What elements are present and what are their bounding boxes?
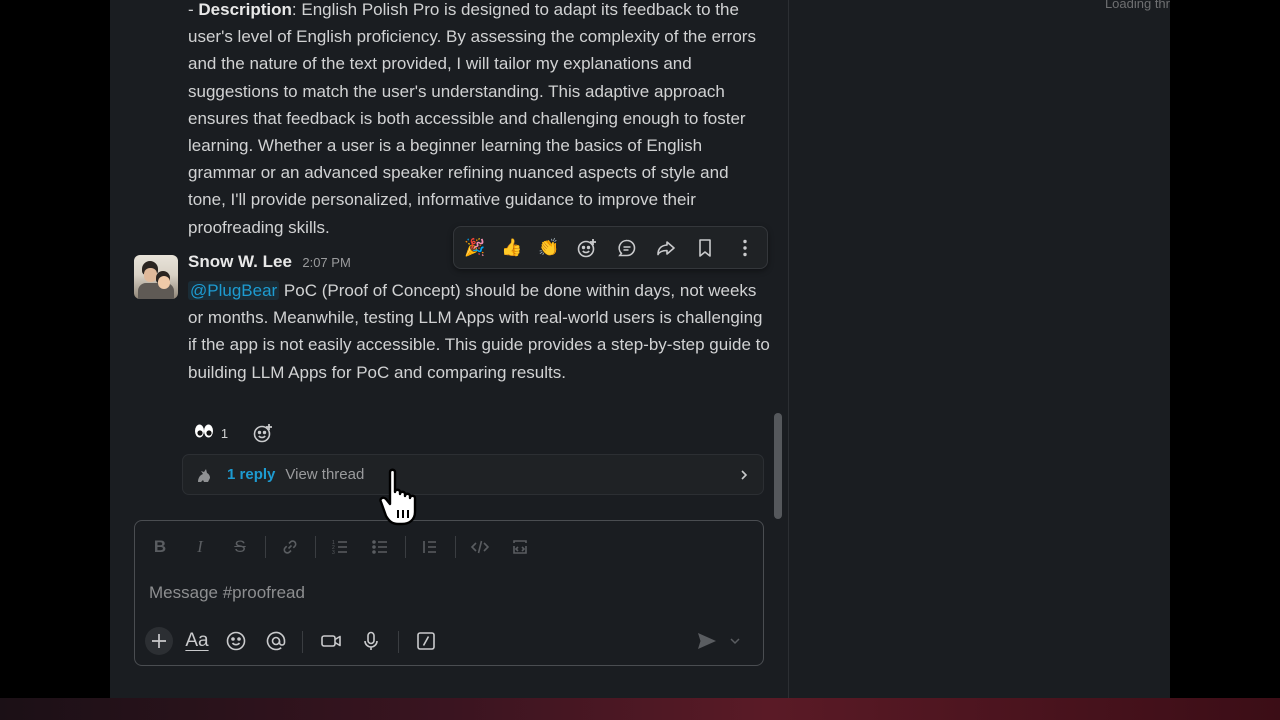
more-actions-icon[interactable] bbox=[730, 233, 760, 263]
attach-button[interactable] bbox=[145, 627, 173, 655]
right-black-bar bbox=[1170, 0, 1280, 720]
bullet-prefix: - bbox=[188, 0, 199, 19]
formatting-toolbar: B I S 123 bbox=[135, 521, 763, 571]
previous-message-text: - Description: English Polish Pro is des… bbox=[188, 0, 768, 241]
chevron-right-icon bbox=[741, 470, 748, 480]
message-input[interactable] bbox=[149, 579, 739, 607]
ordered-list-icon[interactable]: 123 bbox=[328, 535, 352, 559]
bold-icon[interactable]: B bbox=[148, 535, 172, 559]
thread-participant-avatar bbox=[193, 464, 215, 486]
avatar[interactable] bbox=[134, 255, 178, 299]
mention-icon[interactable] bbox=[260, 625, 292, 657]
description-text: : English Polish Pro is designed to adap… bbox=[188, 0, 756, 237]
forward-icon[interactable] bbox=[651, 233, 681, 263]
reply-in-thread-icon[interactable] bbox=[612, 233, 642, 263]
microphone-icon[interactable] bbox=[355, 625, 387, 657]
svg-text:3: 3 bbox=[332, 550, 335, 556]
desktop-background bbox=[0, 698, 1280, 720]
link-icon[interactable] bbox=[278, 535, 302, 559]
thumbs-up-icon[interactable]: 👍 bbox=[497, 233, 527, 263]
reply-count[interactable]: 1 reply bbox=[227, 466, 275, 483]
clapping-hands-icon[interactable]: 👏 bbox=[534, 233, 564, 263]
add-reaction-icon[interactable] bbox=[572, 233, 602, 263]
emoji-icon[interactable] bbox=[220, 625, 252, 657]
scrollbar-thumb[interactable] bbox=[774, 413, 782, 519]
timestamp[interactable]: 2:07 PM bbox=[302, 255, 350, 270]
left-black-bar bbox=[0, 0, 110, 720]
reaction-eyes[interactable]: 1 bbox=[188, 418, 234, 448]
message-body: @PlugBear PoC (Proof of Concept) should … bbox=[188, 277, 774, 386]
thread-pane: Loading thr bbox=[789, 0, 1170, 698]
thread-summary[interactable]: 1 reply View thread bbox=[182, 454, 764, 495]
add-emoji-icon bbox=[253, 424, 272, 443]
loading-text: Loading thr bbox=[1104, 0, 1170, 11]
message-header: Snow W. Lee 2:07 PM bbox=[188, 252, 351, 272]
view-thread-link[interactable]: View thread bbox=[285, 466, 364, 483]
message-composer: B I S 123 Message #proofread Aa bbox=[134, 520, 764, 666]
code-icon[interactable] bbox=[468, 535, 492, 559]
message-actions-toolbar: 🎉 👍 👏 bbox=[453, 226, 768, 269]
eyes-icon bbox=[194, 423, 214, 444]
italic-icon[interactable]: I bbox=[188, 535, 212, 559]
bulleted-list-icon[interactable] bbox=[368, 535, 392, 559]
composer-actions: Aa bbox=[135, 621, 763, 661]
plus-icon bbox=[152, 634, 166, 648]
formatting-toggle-button[interactable]: Aa bbox=[181, 625, 213, 657]
reaction-count: 1 bbox=[220, 425, 229, 441]
user-mention[interactable]: @PlugBear bbox=[188, 281, 280, 300]
slash-command-icon[interactable] bbox=[410, 625, 442, 657]
video-clip-icon[interactable] bbox=[315, 625, 347, 657]
send-icon[interactable] bbox=[691, 625, 723, 657]
code-block-icon[interactable] bbox=[508, 535, 532, 559]
blockquote-icon[interactable] bbox=[418, 535, 442, 559]
send-options-chevron-icon[interactable] bbox=[725, 625, 745, 657]
bookmark-icon[interactable] bbox=[690, 233, 720, 263]
slack-window: - Description: English Polish Pro is des… bbox=[110, 0, 1170, 698]
add-reaction-button[interactable] bbox=[248, 418, 278, 448]
party-popper-icon[interactable]: 🎉 bbox=[460, 233, 490, 263]
author-name[interactable]: Snow W. Lee bbox=[188, 252, 292, 271]
strikethrough-icon[interactable]: S bbox=[228, 535, 252, 559]
description-label: Description bbox=[198, 0, 292, 19]
